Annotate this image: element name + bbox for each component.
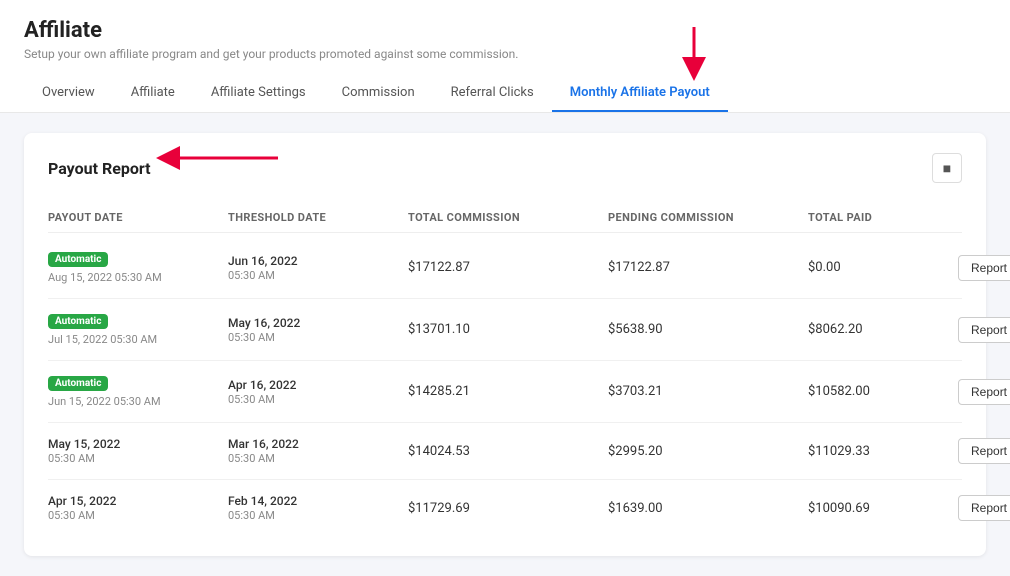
threshold-date-cell: May 16, 2022 05:30 AM: [228, 316, 408, 344]
tab-commission[interactable]: Commission: [324, 75, 433, 112]
pending-commission-cell: $3703.21: [608, 384, 808, 399]
payout-date-value: Jul 15, 2022 05:30 AM: [48, 333, 228, 346]
payout-date-cell: May 15, 2022 05:30 AM: [48, 437, 228, 465]
actions-cell: Report Details: [958, 317, 1010, 343]
total-paid-cell: $10582.00: [808, 384, 958, 399]
total-commission-cell: $11729.69: [408, 501, 608, 516]
threshold-date-cell: Feb 14, 2022 05:30 AM: [228, 494, 408, 522]
actions-cell: Report Details: [958, 379, 1010, 405]
tab-referral-clicks[interactable]: Referral Clicks: [433, 75, 552, 112]
table-row: May 15, 2022 05:30 AM Mar 16, 2022 05:30…: [48, 423, 962, 480]
automatic-badge: Automatic: [48, 314, 108, 329]
table-row: Automatic Jul 15, 2022 05:30 AM May 16, …: [48, 299, 962, 361]
actions-cell: Report Details: [958, 495, 1010, 521]
tab-monthly-affiliate-payout[interactable]: Monthly Affiliate Payout: [552, 75, 728, 112]
payout-date-cell: Automatic Jul 15, 2022 05:30 AM: [48, 313, 228, 346]
payout-date-value: Jun 15, 2022 05:30 AM: [48, 395, 228, 408]
payout-date-cell: Automatic Jun 15, 2022 05:30 AM: [48, 375, 228, 408]
payout-date-cell: Automatic Aug 15, 2022 05:30 AM: [48, 251, 228, 284]
threshold-date-cell: Apr 16, 2022 05:30 AM: [228, 378, 408, 406]
col-payout-date: PAYOUT DATE: [48, 211, 228, 224]
threshold-date-cell: Jun 16, 2022 05:30 AM: [228, 254, 408, 282]
card-title: Payout Report: [48, 159, 151, 178]
pending-commission-cell: $17122.87: [608, 260, 808, 275]
report-details-button[interactable]: Report Details: [958, 495, 1010, 521]
automatic-badge: Automatic: [48, 252, 108, 267]
table-row: Apr 15, 2022 05:30 AM Feb 14, 2022 05:30…: [48, 480, 962, 536]
payout-table: PAYOUT DATE THRESHOLD DATE TOTAL COMMISS…: [48, 203, 962, 536]
payout-date-cell: Apr 15, 2022 05:30 AM: [48, 494, 228, 522]
total-commission-cell: $14024.53: [408, 444, 608, 459]
total-paid-cell: $8062.20: [808, 322, 958, 337]
pending-commission-cell: $5638.90: [608, 322, 808, 337]
automatic-badge: Automatic: [48, 376, 108, 391]
total-paid-cell: $10090.69: [808, 501, 958, 516]
report-details-button[interactable]: Report Details: [958, 317, 1010, 343]
tab-overview[interactable]: Overview: [24, 75, 113, 112]
actions-cell: Report Details: [958, 438, 1010, 464]
table-header: PAYOUT DATE THRESHOLD DATE TOTAL COMMISS…: [48, 203, 962, 233]
pending-commission-cell: $2995.20: [608, 444, 808, 459]
report-details-button[interactable]: Report Details: [958, 379, 1010, 405]
col-total-paid: TOTAL PAID: [808, 211, 958, 224]
total-commission-cell: $17122.87: [408, 260, 608, 275]
report-details-button[interactable]: Report Details: [958, 438, 1010, 464]
nav-tabs: Overview Affiliate Affiliate Settings Co…: [24, 75, 986, 112]
total-commission-cell: $13701.10: [408, 322, 608, 337]
total-commission-cell: $14285.21: [408, 384, 608, 399]
col-pending-commission: PENDING COMMISSION: [608, 211, 808, 224]
payout-date-value: Aug 15, 2022 05:30 AM: [48, 271, 228, 284]
page-subtitle: Setup your own affiliate program and get…: [24, 47, 986, 61]
col-threshold-date: THRESHOLD DATE: [228, 211, 408, 224]
pending-commission-cell: $1639.00: [608, 501, 808, 516]
threshold-date-cell: Mar 16, 2022 05:30 AM: [228, 437, 408, 465]
payout-report-card: Payout Report ■ PAYOUT DATE THRESHOLD DA…: [24, 133, 986, 556]
report-details-button[interactable]: Report Details: [958, 255, 1010, 281]
total-paid-cell: $0.00: [808, 260, 958, 275]
actions-cell: Report Details: [958, 255, 1010, 281]
table-row: Automatic Aug 15, 2022 05:30 AM Jun 16, …: [48, 237, 962, 299]
page-title: Affiliate: [24, 18, 986, 43]
tab-affiliate-settings[interactable]: Affiliate Settings: [193, 75, 324, 112]
table-row: Automatic Jun 15, 2022 05:30 AM Apr 16, …: [48, 361, 962, 423]
card-icon-button[interactable]: ■: [932, 153, 962, 183]
col-total-commission: TOTAL COMMISSION: [408, 211, 608, 224]
col-actions: [958, 211, 962, 224]
tab-affiliate[interactable]: Affiliate: [113, 75, 193, 112]
total-paid-cell: $11029.33: [808, 444, 958, 459]
